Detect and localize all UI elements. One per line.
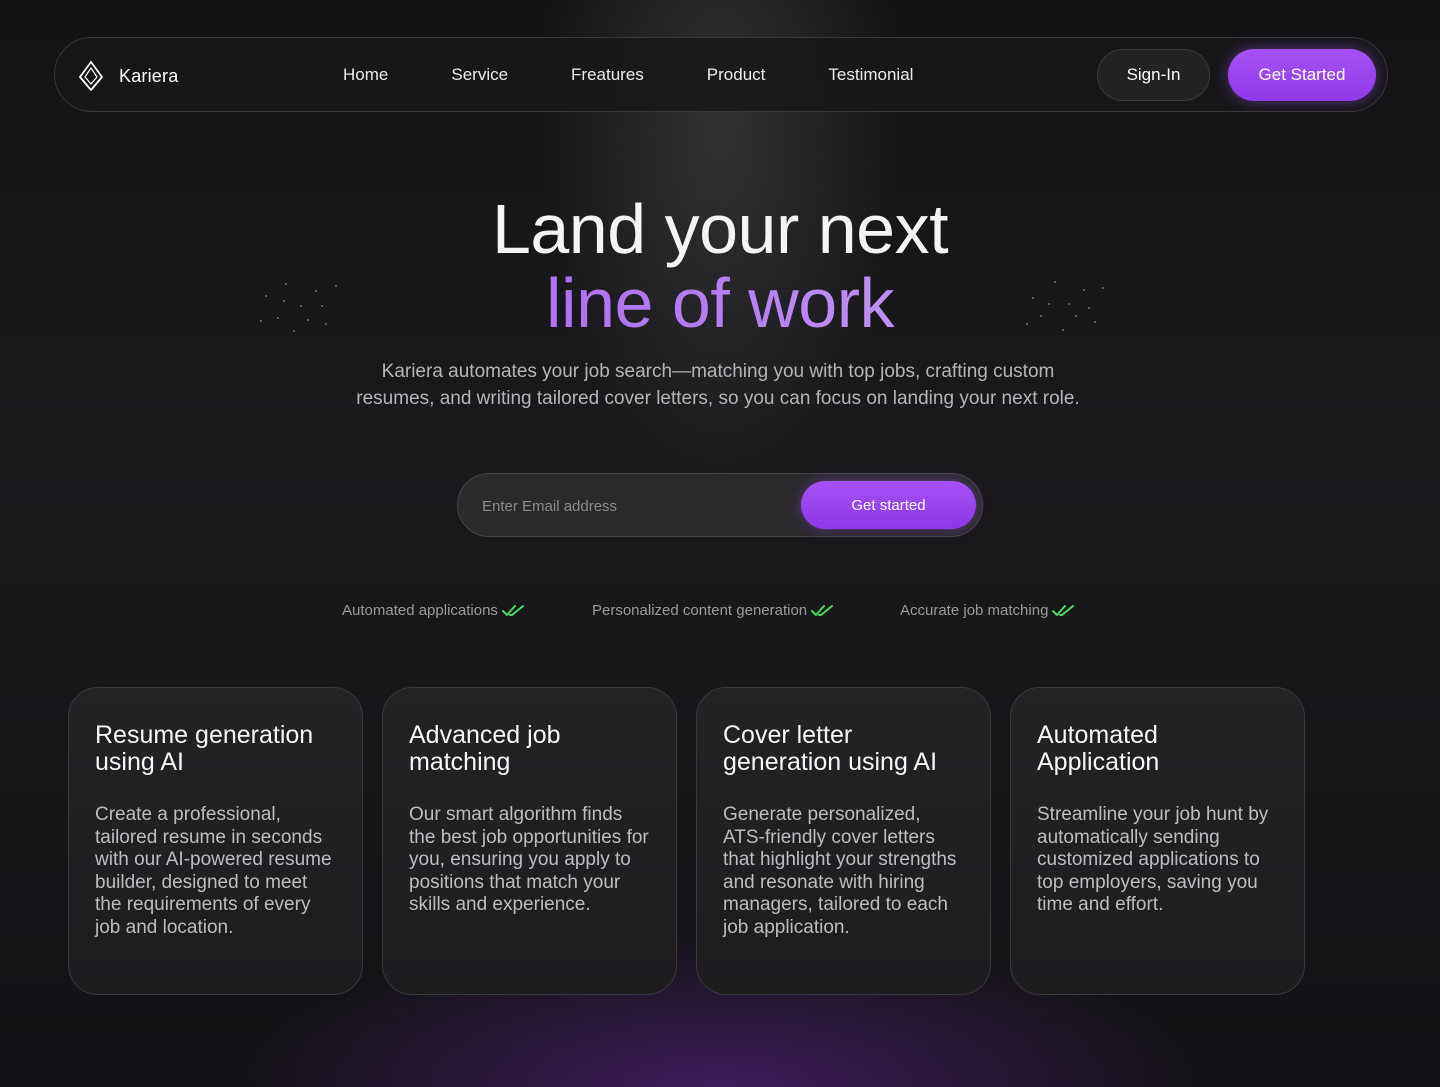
nav-link-home[interactable]: Home — [343, 65, 388, 85]
feature-card-job-matching[interactable]: Advanced job matching Our smart algorith… — [382, 687, 677, 995]
feature-item: Personalized content generation — [592, 602, 835, 619]
double-check-icon — [1052, 604, 1075, 616]
brand-name: Kariera — [119, 65, 179, 86]
feature-card-auto-apply[interactable]: Automated Application Streamline your jo… — [1010, 687, 1305, 995]
card-title: Automated Application — [1037, 721, 1160, 776]
card-description: Our smart algorithm finds the best job o… — [409, 804, 649, 915]
hero-title: Land your next line of work — [0, 192, 1440, 340]
nav-link-service[interactable]: Service — [451, 65, 508, 85]
nav-link-testimonial[interactable]: Testimonial — [828, 65, 913, 85]
get-started-nav-button[interactable]: Get Started — [1228, 49, 1376, 101]
feature-label: Automated applications — [342, 602, 498, 619]
feature-label: Personalized content generation — [592, 602, 808, 619]
top-navbar: Kariera Home Service Freatures Product T… — [54, 37, 1388, 112]
card-description: Create a professional, tailored resume i… — [95, 804, 332, 938]
feature-label: Accurate job matching — [900, 602, 1049, 619]
card-description: Generate personalized, ATS-friendly cove… — [723, 804, 957, 938]
card-description: Streamline your job hunt by automaticall… — [1037, 804, 1269, 915]
feature-item: Accurate job matching — [900, 602, 1076, 619]
sign-in-button[interactable]: Sign-In — [1097, 49, 1210, 101]
get-started-submit-button[interactable]: Get started — [801, 481, 976, 529]
double-check-icon — [501, 604, 524, 616]
card-title: Advanced job matching — [409, 721, 561, 776]
nav-link-product[interactable]: Product — [707, 65, 766, 85]
landing-page: Kariera Home Service Freatures Product T… — [0, 0, 1440, 1087]
email-signup-form: Get started — [457, 473, 983, 537]
card-title: Resume generation using AI — [95, 721, 314, 776]
feature-item: Automated applications — [342, 602, 526, 619]
brand-logo[interactable]: Kariera — [77, 60, 178, 92]
nav-links: Home Service Freatures Product Testimoni… — [343, 65, 913, 85]
double-check-icon — [811, 604, 834, 616]
feature-card-resume[interactable]: Resume generation using AI Create a prof… — [68, 687, 363, 995]
feature-checklist: Automated applications Personalized cont… — [0, 602, 1440, 624]
nav-link-features[interactable]: Freatures — [571, 65, 644, 85]
card-title: Cover letter generation using AI — [723, 721, 938, 776]
hero-title-line2: line of work — [0, 266, 1440, 340]
feature-card-cover-letter[interactable]: Cover letter generation using AI Generat… — [696, 687, 991, 995]
hero-subtitle: Kariera automates your job search—matchi… — [356, 361, 1080, 409]
email-input[interactable] — [482, 486, 782, 526]
hero-title-line1: Land your next — [491, 190, 949, 268]
diamond-logo-icon — [79, 61, 103, 91]
